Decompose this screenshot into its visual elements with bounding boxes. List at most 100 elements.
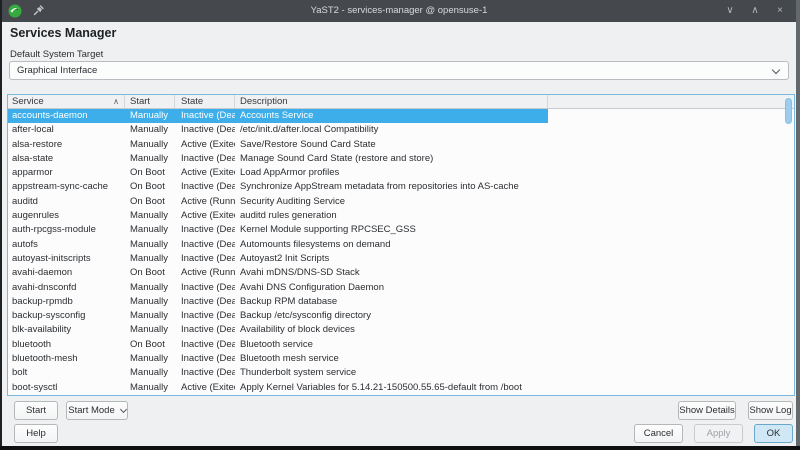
show-details-button[interactable]: Show Details bbox=[678, 401, 736, 420]
cell-start: On Boot bbox=[125, 195, 175, 209]
cell-description: Avahi mDNS/DNS-SD Stack bbox=[235, 266, 548, 280]
column-header-filler bbox=[548, 95, 794, 108]
cell-start: Manually bbox=[125, 223, 175, 237]
cell-service: boot-sysctl bbox=[8, 381, 125, 395]
column-header-state[interactable]: State bbox=[175, 95, 235, 108]
cell-service: alsa-restore bbox=[8, 138, 125, 152]
cell-description: Autoyast2 Init Scripts bbox=[235, 252, 548, 266]
cell-description: Availability of block devices bbox=[235, 323, 548, 337]
cell-service: apparmor bbox=[8, 166, 125, 180]
cell-service: after-local bbox=[8, 123, 125, 137]
cell-description: Synchronize AppStream metadata from repo… bbox=[235, 180, 548, 194]
cell-state: Inactive (Dead) bbox=[175, 109, 235, 123]
cell-service: accounts-daemon bbox=[8, 109, 125, 123]
cell-service: backup-sysconfig bbox=[8, 309, 125, 323]
default-system-target-label: Default System Target bbox=[10, 49, 103, 60]
table-row[interactable]: apparmorOn BootActive (Exited)Load AppAr… bbox=[8, 166, 548, 180]
cell-state: Active (Exited) bbox=[175, 381, 235, 395]
cell-state: Inactive (Dead) bbox=[175, 223, 235, 237]
cell-description: auditd rules generation bbox=[235, 209, 548, 223]
service-table-body: accounts-daemonManuallyInactive (Dead)Ac… bbox=[8, 109, 794, 395]
cell-state: Inactive (Dead) bbox=[175, 295, 235, 309]
table-row[interactable]: avahi-daemonOn BootActive (Running)Avahi… bbox=[8, 266, 548, 280]
cell-description: Automounts filesystems on demand bbox=[235, 238, 548, 252]
column-header-service[interactable]: Service ∧ bbox=[8, 95, 125, 108]
sort-ascending-icon: ∧ bbox=[113, 95, 119, 108]
cell-start: Manually bbox=[125, 252, 175, 266]
cell-state: Inactive (Dead) bbox=[175, 123, 235, 137]
vertical-scrollbar-thumb[interactable] bbox=[785, 98, 792, 124]
cell-service: autoyast-initscripts bbox=[8, 252, 125, 266]
table-row[interactable]: backup-sysconfigManuallyInactive (Dead)B… bbox=[8, 309, 548, 323]
table-row[interactable]: accounts-daemonManuallyInactive (Dead)Ac… bbox=[8, 109, 548, 123]
table-row[interactable]: auditdOn BootActive (Running)Security Au… bbox=[8, 195, 548, 209]
yast2-services-manager-window: YaST2 - services-manager @ opensuse-1 ∨ … bbox=[2, 0, 796, 446]
help-button[interactable]: Help bbox=[14, 424, 58, 443]
cancel-button[interactable]: Cancel bbox=[634, 424, 683, 443]
table-row[interactable]: autofsManuallyInactive (Dead)Automounts … bbox=[8, 238, 548, 252]
cell-start: On Boot bbox=[125, 166, 175, 180]
cell-service: backup-rpmdb bbox=[8, 295, 125, 309]
cell-start: Manually bbox=[125, 309, 175, 323]
start-mode-button[interactable]: Start Mode bbox=[66, 401, 128, 420]
table-row[interactable]: blk-availabilityManuallyInactive (Dead)A… bbox=[8, 323, 548, 337]
cell-start: Manually bbox=[125, 209, 175, 223]
table-row[interactable]: autoyast-initscriptsManuallyInactive (De… bbox=[8, 252, 548, 266]
column-header-description[interactable]: Description bbox=[235, 95, 548, 108]
cell-start: Manually bbox=[125, 295, 175, 309]
close-icon[interactable]: × bbox=[774, 0, 786, 22]
cell-description: Security Auditing Service bbox=[235, 195, 548, 209]
cell-state: Active (Running) bbox=[175, 266, 235, 280]
cell-description: /etc/init.d/after.local Compatibility bbox=[235, 123, 548, 137]
cell-state: Active (Exited) bbox=[175, 209, 235, 223]
cell-start: Manually bbox=[125, 381, 175, 395]
cell-state: Inactive (Dead) bbox=[175, 352, 235, 366]
ok-button[interactable]: OK bbox=[754, 424, 793, 443]
cell-state: Inactive (Dead) bbox=[175, 309, 235, 323]
chevron-down-icon bbox=[120, 405, 127, 412]
cell-description: Apply Kernel Variables for 5.14.21-15050… bbox=[235, 381, 548, 395]
minimize-icon[interactable]: ∨ bbox=[724, 0, 736, 22]
cell-description: Avahi DNS Configuration Daemon bbox=[235, 281, 548, 295]
cell-start: On Boot bbox=[125, 180, 175, 194]
titlebar[interactable]: YaST2 - services-manager @ opensuse-1 ∨ … bbox=[2, 0, 796, 22]
table-row[interactable]: alsa-stateManuallyInactive (Dead)Manage … bbox=[8, 152, 548, 166]
cell-description: Backup /etc/sysconfig directory bbox=[235, 309, 548, 323]
cell-state: Inactive (Dead) bbox=[175, 338, 235, 352]
table-row[interactable]: boltManuallyInactive (Dead)Thunderbolt s… bbox=[8, 366, 548, 380]
cell-start: Manually bbox=[125, 138, 175, 152]
cell-description: Bluetooth service bbox=[235, 338, 548, 352]
table-row[interactable]: bluetooth-meshManuallyInactive (Dead)Blu… bbox=[8, 352, 548, 366]
table-row[interactable]: auth-rpcgss-moduleManuallyInactive (Dead… bbox=[8, 223, 548, 237]
table-row[interactable]: avahi-dnsconfdManuallyInactive (Dead)Ava… bbox=[8, 281, 548, 295]
cell-start: Manually bbox=[125, 109, 175, 123]
table-row[interactable]: augenrulesManuallyActive (Exited)auditd … bbox=[8, 209, 548, 223]
cell-start: Manually bbox=[125, 323, 175, 337]
maximize-icon[interactable]: ∧ bbox=[749, 0, 761, 22]
table-row[interactable]: boot-sysctlManuallyActive (Exited)Apply … bbox=[8, 381, 548, 395]
table-row[interactable]: bluetoothOn BootInactive (Dead)Bluetooth… bbox=[8, 338, 548, 352]
cell-service: auth-rpcgss-module bbox=[8, 223, 125, 237]
apply-button: Apply bbox=[694, 424, 743, 443]
cell-description: Save/Restore Sound Card State bbox=[235, 138, 548, 152]
cell-service: avahi-dnsconfd bbox=[8, 281, 125, 295]
start-button[interactable]: Start bbox=[14, 401, 58, 420]
cell-start: Manually bbox=[125, 123, 175, 137]
chevron-down-icon bbox=[772, 66, 780, 74]
table-row[interactable]: backup-rpmdbManuallyInactive (Dead)Backu… bbox=[8, 295, 548, 309]
cell-service: bolt bbox=[8, 366, 125, 380]
column-header-start[interactable]: Start bbox=[125, 95, 175, 108]
cell-state: Inactive (Dead) bbox=[175, 281, 235, 295]
cell-description: Kernel Module supporting RPCSEC_GSS bbox=[235, 223, 548, 237]
show-log-button[interactable]: Show Log bbox=[748, 401, 793, 420]
screen-edge-bottom bbox=[0, 446, 800, 450]
yast-app-icon[interactable] bbox=[8, 4, 22, 18]
table-row[interactable]: after-localManuallyInactive (Dead)/etc/i… bbox=[8, 123, 548, 137]
cell-start: Manually bbox=[125, 238, 175, 252]
table-row[interactable]: appstream-sync-cacheOn BootInactive (Dea… bbox=[8, 180, 548, 194]
cell-service: appstream-sync-cache bbox=[8, 180, 125, 194]
table-row[interactable]: alsa-restoreManuallyActive (Exited)Save/… bbox=[8, 138, 548, 152]
default-system-target-select[interactable]: Graphical Interface bbox=[9, 61, 789, 80]
pin-icon[interactable] bbox=[32, 4, 45, 17]
cell-state: Inactive (Dead) bbox=[175, 180, 235, 194]
